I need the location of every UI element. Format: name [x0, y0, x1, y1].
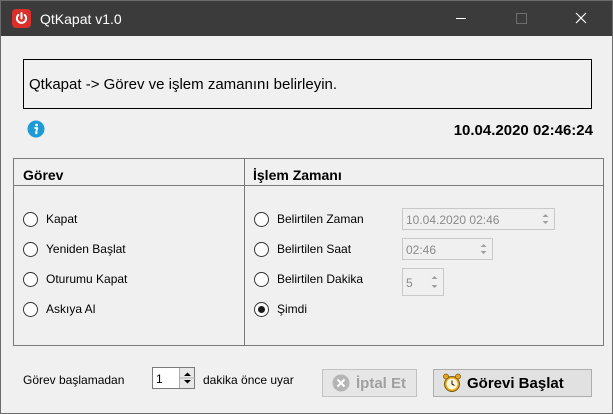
spin-arrows-icon[interactable]: [179, 368, 195, 388]
task-option-logoff[interactable]: Oturumu Kapat: [23, 270, 127, 288]
radio-button[interactable]: [23, 241, 38, 257]
time-option-label: Belirtilen Zaman: [277, 212, 364, 226]
radio-button-selected[interactable]: [254, 301, 269, 317]
start-task-button[interactable]: Görevi Başlat: [433, 369, 592, 397]
reminder-before-label: Görev başlamadan: [23, 373, 125, 387]
current-datetime: 10.04.2020 02:46:24: [453, 122, 593, 139]
task-option-label: Oturumu Kapat: [46, 272, 128, 286]
task-section-title: Görev: [23, 167, 64, 183]
reminder-after-label: dakika önce uyar: [203, 373, 294, 387]
info-icon[interactable]: [27, 120, 45, 138]
time-option-specific-time[interactable]: Belirtilen Saat: [254, 240, 351, 258]
title-bar[interactable]: QtKapat v1.0: [1, 1, 612, 36]
minutes-spinbox[interactable]: 5: [402, 268, 444, 296]
time-option-specific-minutes[interactable]: Belirtilen Dakika: [254, 270, 363, 288]
time-option-now[interactable]: Şimdi: [254, 300, 307, 318]
reminder-value: 1: [156, 372, 163, 386]
minutes-value: 5: [406, 276, 413, 290]
header-divider: [14, 185, 603, 186]
header-box: Qtkapat -> Görev ve işlem zamanını belir…: [23, 59, 592, 109]
task-option-shutdown[interactable]: Kapat: [23, 210, 77, 228]
time-spinbox[interactable]: 02:46: [402, 238, 493, 260]
radio-button[interactable]: [23, 271, 38, 287]
spin-arrows-icon[interactable]: [428, 270, 441, 294]
task-option-restart[interactable]: Yeniden Başlat: [23, 240, 126, 258]
time-option-label: Belirtilen Saat: [277, 242, 352, 256]
power-icon: [12, 9, 31, 28]
time-option-label: Belirtilen Dakika: [277, 272, 364, 286]
radio-button[interactable]: [254, 271, 269, 287]
cancel-button-label: İptal Et: [356, 374, 407, 392]
start-task-button-label: Görevi Başlat: [467, 374, 564, 392]
time-section-title: İşlem Zamanı: [253, 167, 342, 183]
window-title: QtKapat v1.0: [40, 11, 122, 27]
datetime-value: 10.04.2020 02:46: [406, 213, 500, 227]
radio-button[interactable]: [23, 301, 38, 317]
radio-button[interactable]: [23, 211, 38, 227]
task-option-label: Askıya Al: [46, 302, 96, 316]
close-button[interactable]: [558, 1, 604, 36]
cancel-button[interactable]: İptal Et: [322, 369, 417, 397]
spin-arrows-icon[interactable]: [477, 240, 490, 258]
app-window: QtKapat v1.0 Qtkapat -> Görev ve işlem z…: [0, 0, 613, 414]
maximize-button[interactable]: [498, 1, 544, 36]
minimize-button[interactable]: [438, 1, 484, 36]
reminder-minutes-spinbox[interactable]: 1: [152, 367, 195, 389]
time-option-specific-datetime[interactable]: Belirtilen Zaman: [254, 210, 364, 228]
header-text: Qtkapat -> Görev ve işlem zamanını belir…: [29, 76, 338, 93]
datetime-spinbox[interactable]: 10.04.2020 02:46: [402, 208, 555, 230]
radio-button[interactable]: [254, 211, 269, 227]
radio-button[interactable]: [254, 241, 269, 257]
spin-arrows-icon[interactable]: [539, 210, 552, 228]
alarm-clock-icon: [442, 373, 462, 393]
main-panel: Görev İşlem Zamanı Kapat Yeniden Başlat …: [13, 158, 604, 346]
time-value: 02:46: [406, 243, 437, 257]
task-option-label: Yeniden Başlat: [46, 242, 126, 256]
task-option-label: Kapat: [46, 212, 78, 226]
column-divider: [244, 159, 245, 345]
task-option-suspend[interactable]: Askıya Al: [23, 300, 95, 318]
cancel-circle-icon: [331, 373, 351, 393]
time-option-label: Şimdi: [277, 302, 308, 316]
